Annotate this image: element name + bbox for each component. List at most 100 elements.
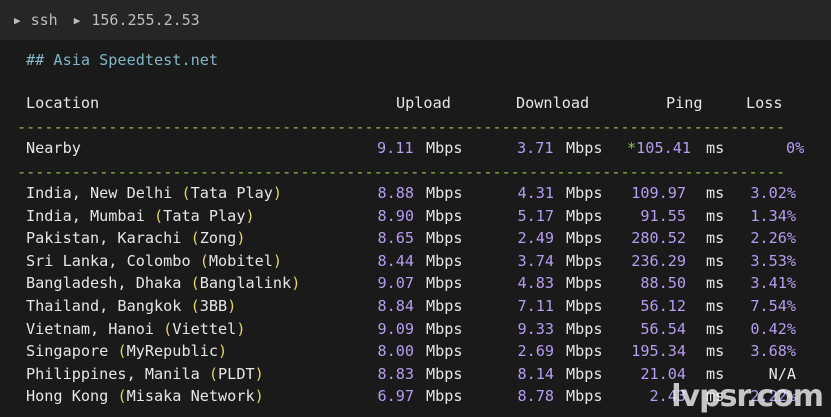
row-ping: 56.12 [640, 297, 687, 315]
paren-close: ) [291, 274, 301, 293]
header-location: Location [26, 94, 100, 112]
isp-name: Zong [199, 229, 237, 248]
row-location: India, Mumbai (Tata Play) [26, 205, 255, 227]
row-download-unit: Mbps [566, 342, 603, 361]
row-upload-unit: Mbps [426, 319, 463, 338]
terminal-output[interactable]: ## Asia Speedtest.net Location Upload Do… [0, 40, 831, 417]
header-ping: Ping [666, 94, 703, 112]
play-icon: ▶ [14, 13, 21, 27]
table-row: Thailand, Bangkok (3BB) 8.84 Mbps 7.11 Mbps 5… [0, 295, 831, 317]
row-download: 9.33 [517, 319, 555, 338]
row-loss: 1.34% [750, 206, 797, 225]
row-upload-unit: Mbps [426, 184, 463, 202]
row-upload-unit: Mbps [426, 206, 463, 225]
row-upload: 9.07 [377, 274, 415, 293]
row-ping: 280.52 [631, 229, 687, 248]
row-location: Singapore (MyRepublic) [26, 340, 227, 362]
row-ping-unit: ms [706, 184, 725, 202]
row-loss: 3.53% [750, 251, 797, 270]
paren-close: ) [245, 206, 255, 225]
row-loss: 3.41% [750, 274, 797, 293]
table-row: India, New Delhi (Tata Play) 8.88 Mbps 4.31… [0, 182, 831, 204]
isp-name: Misaka Network [126, 387, 255, 406]
watermark-logo: lvpsr.com [671, 379, 824, 414]
row-upload-unit: Mbps [426, 387, 463, 406]
paren-open: ( [208, 364, 219, 383]
paren-close: ) [254, 364, 264, 383]
row-download-unit: Mbps [566, 274, 603, 293]
row-download: 4.31 [517, 184, 555, 202]
row-ping-unit: ms [706, 319, 725, 338]
row-download-unit: Mbps [566, 297, 603, 315]
table-row: Bangladesh, Dhaka (Banglalink) 9.07 Mbps 4.… [0, 272, 831, 294]
row-upload: 8.44 [377, 251, 415, 270]
row-ping-unit: ms [706, 229, 725, 248]
row-upload-unit: Mbps [426, 364, 463, 383]
row-upload: 6.97 [377, 387, 415, 406]
paren-close: ) [272, 184, 283, 202]
row-ping-unit: ms [706, 342, 725, 361]
tab-label-host[interactable]: 156.255.2.53 [91, 11, 199, 29]
isp-name: Viettel [172, 319, 237, 338]
separator-line: ----------------------------------------… [17, 118, 786, 136]
row-ping-unit: ms [706, 251, 725, 270]
location-name: Singapore [26, 342, 118, 361]
row-upload-unit: Mbps [426, 342, 463, 361]
row-ping-unit: ms [706, 297, 725, 315]
table-header: Location Upload Download Ping Loss [0, 92, 831, 114]
row-upload-unit: Mbps [426, 297, 463, 315]
row-upload: 8.84 [377, 297, 415, 315]
row-download: 2.49 [517, 229, 555, 248]
row-upload: 8.88 [377, 184, 415, 202]
row-download: 4.83 [517, 274, 555, 293]
nearby-upload: 9.11 [377, 139, 414, 157]
tab-label-ssh[interactable]: ssh [31, 11, 58, 29]
row-download-unit: Mbps [566, 229, 603, 248]
location-name: Vietnam, Hanoi [26, 319, 164, 338]
row-location: Hong Kong (Misaka Network) [26, 385, 264, 407]
row-location: Vietnam, Hanoi (Viettel) [26, 318, 245, 340]
nearby-ping: *105.41 [627, 139, 692, 157]
row-loss: 3.68% [750, 342, 797, 361]
isp-name: Banglalink [199, 274, 292, 293]
table-row: Pakistan, Karachi (Zong) 8.65 Mbps 2.49 Mbps… [0, 227, 831, 249]
paren-open: ( [190, 297, 200, 315]
row-upload-unit: Mbps [426, 251, 463, 270]
row-upload: 8.83 [377, 364, 415, 383]
isp-name: PLDT [218, 364, 255, 383]
isp-name: Mobitel [208, 251, 273, 270]
nearby-location: Nearby [26, 139, 81, 157]
row-location: Sri Lanka, Colombo (Mobitel) [26, 250, 282, 272]
paren-open: ( [190, 274, 200, 293]
separator-line: ----------------------------------------… [17, 163, 786, 181]
row-location: Bangladesh, Dhaka (Banglalink) [26, 272, 300, 294]
row-download: 3.74 [517, 251, 555, 270]
row-loss: 2.26% [750, 229, 797, 248]
row-ping-unit: ms [706, 274, 725, 293]
row-upload-unit: Mbps [426, 274, 463, 293]
row-download: 8.14 [517, 364, 555, 383]
nearby-ping-unit: ms [706, 139, 725, 157]
nearby-download: 3.71 [517, 139, 554, 157]
row-location: Pakistan, Karachi (Zong) [26, 227, 245, 249]
isp-name: Tata Play [190, 184, 273, 202]
location-name: Thailand, Bangkok [26, 297, 191, 315]
row-ping: 236.29 [631, 251, 687, 270]
row-download-unit: Mbps [566, 251, 603, 270]
row-location: India, New Delhi (Tata Play) [26, 182, 282, 204]
paren-open: ( [163, 319, 173, 338]
header-download: Download [516, 94, 590, 112]
isp-name: Tata Play [163, 206, 246, 225]
row-ping: 109.97 [631, 184, 687, 202]
terminal-tab-bar[interactable]: ▶ ssh ▶ 156.255.2.53 [0, 0, 831, 40]
paren-open: ( [117, 342, 127, 361]
nearby-download-unit: Mbps [566, 139, 603, 157]
section-heading: ## Asia Speedtest.net [26, 51, 219, 69]
row-download-unit: Mbps [566, 364, 603, 383]
row-download: 5.17 [517, 206, 555, 225]
nearby-upload-unit: Mbps [426, 139, 463, 157]
row-download-unit: Mbps [566, 319, 603, 338]
location-name: Hong Kong [26, 387, 118, 406]
play-icon: ▶ [73, 13, 81, 27]
row-loss: 7.54% [750, 297, 797, 315]
